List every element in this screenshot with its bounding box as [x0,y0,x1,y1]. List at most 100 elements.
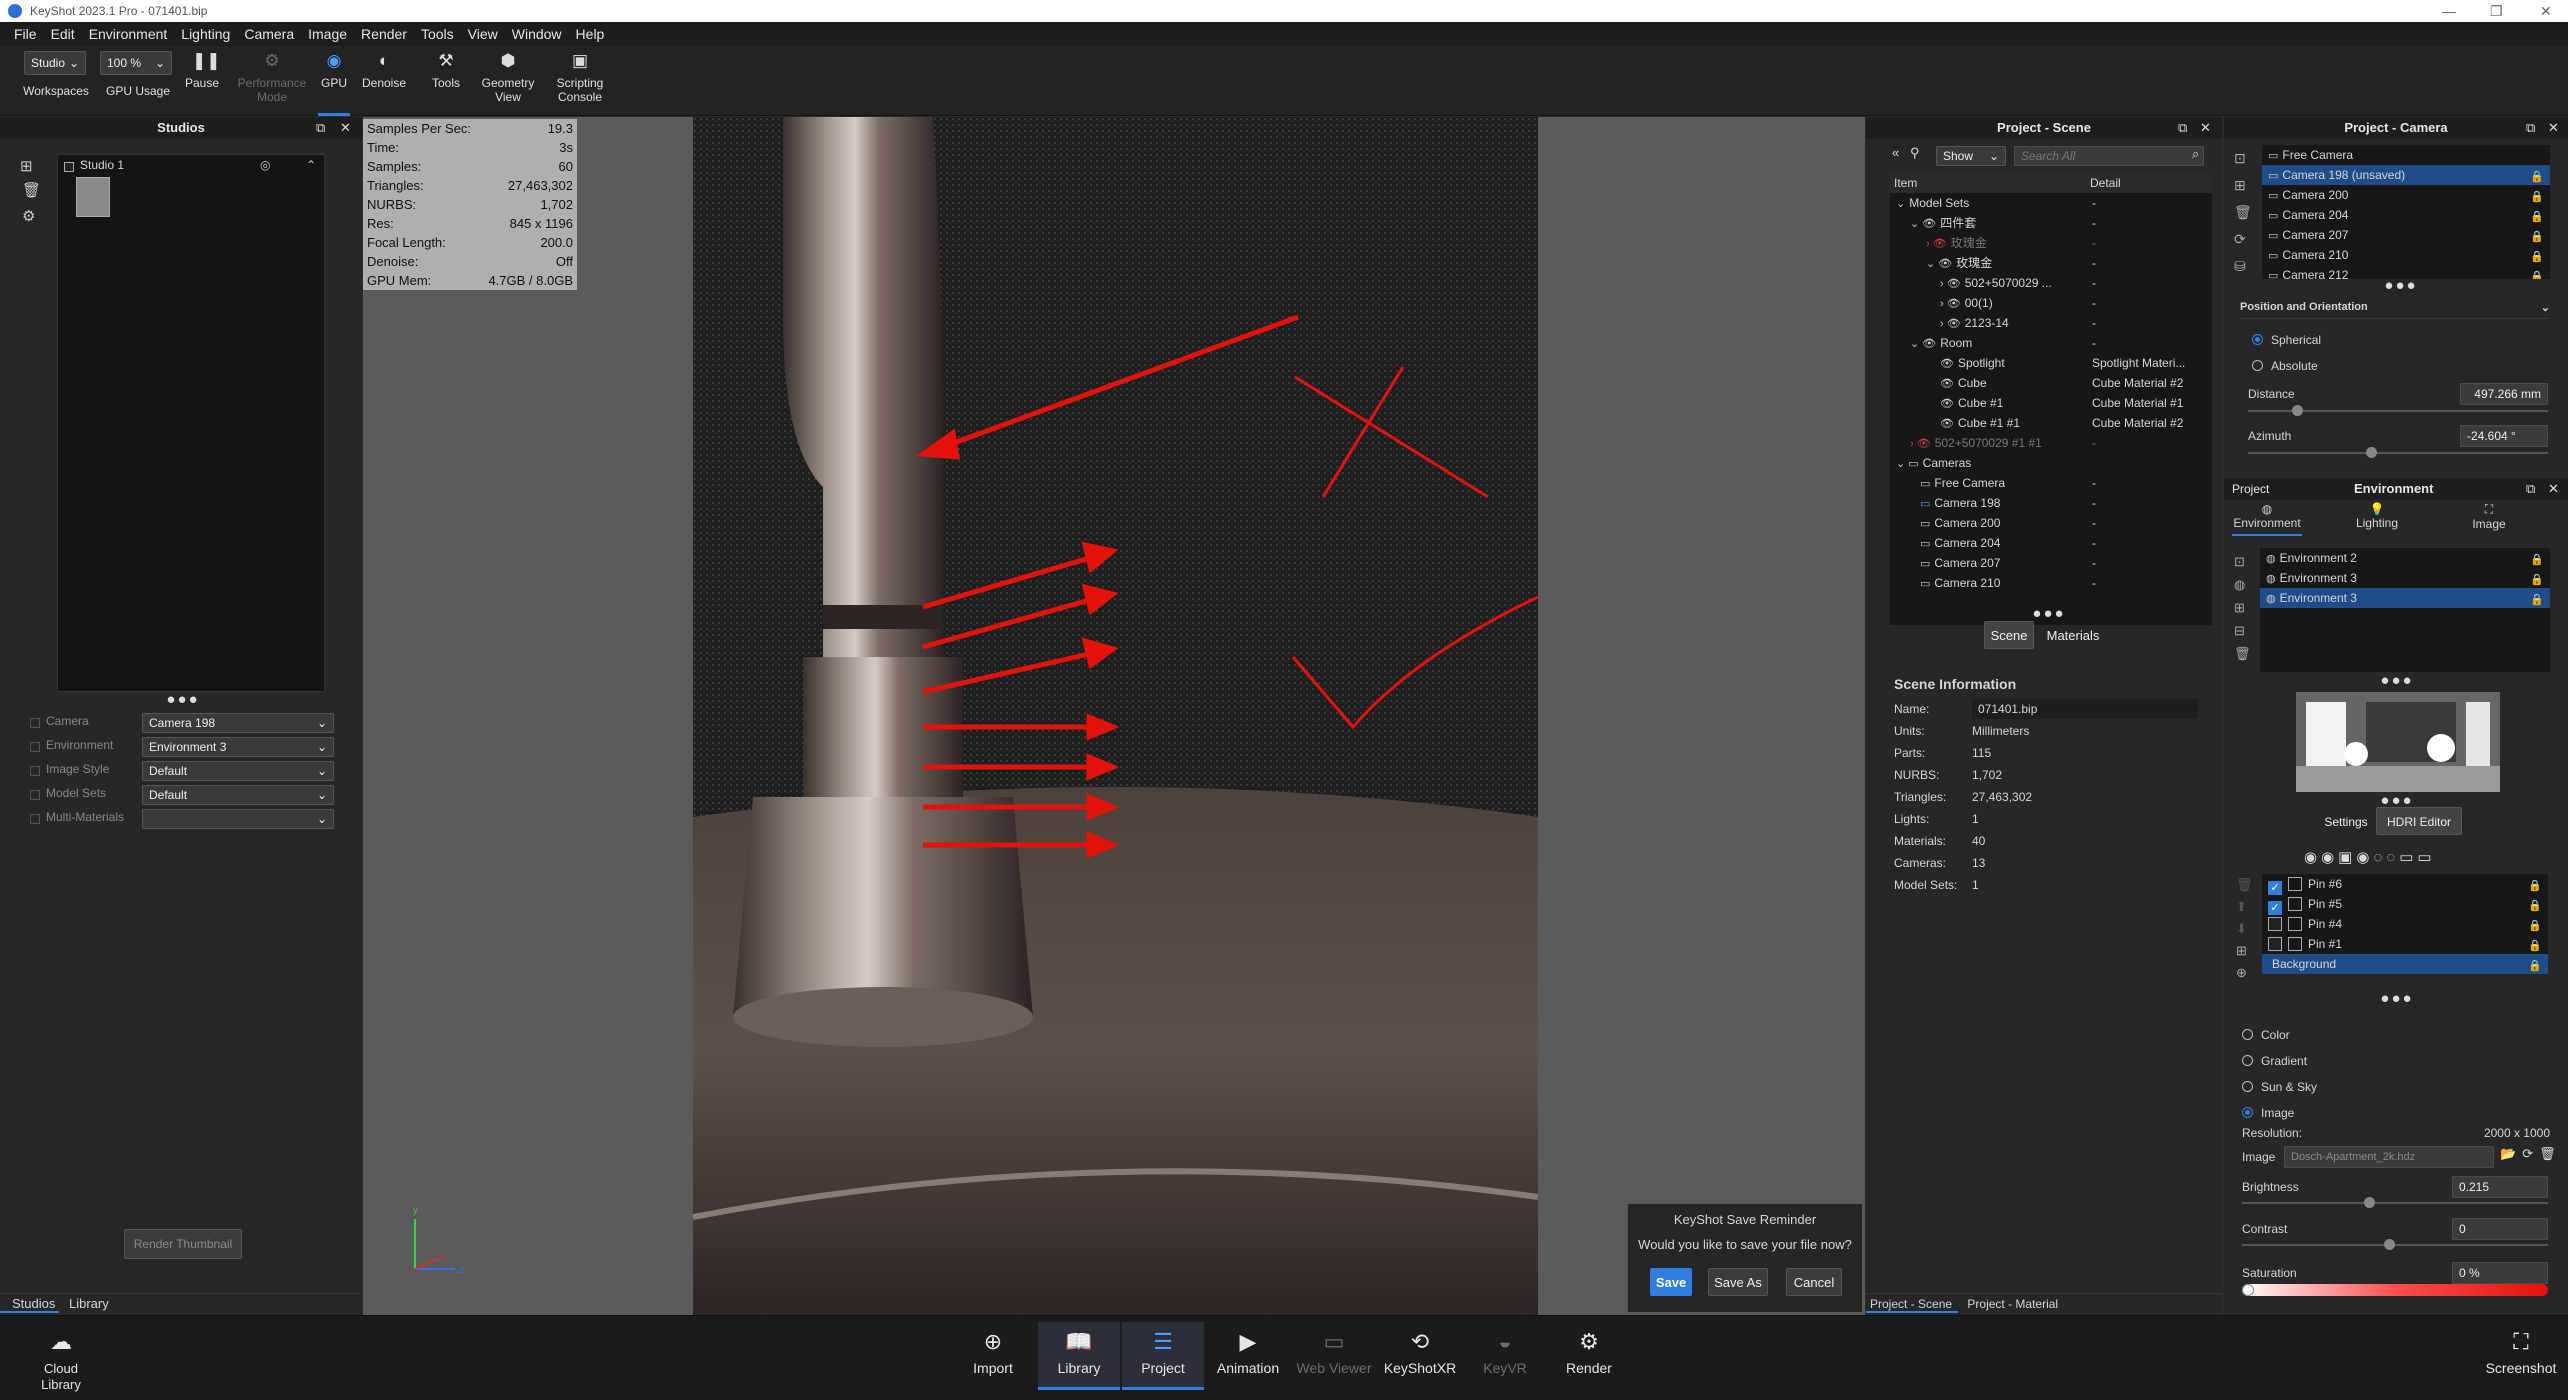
float-panel-icon[interactable]: ⧉ [2526,117,2535,139]
camera-list-item[interactable]: ▭ Camera 210 🔒 [2262,245,2550,265]
lock-icon[interactable]: 🔒 [2528,876,2542,896]
background-item[interactable]: Background 🔒 [2262,954,2548,974]
gpu-button[interactable]: ◉ GPU [318,52,350,116]
open-folder-icon[interactable]: 📂 [2500,1146,2522,1161]
lock-icon[interactable]: 🔒 [2530,187,2544,207]
close-icon[interactable]: ✕ [2540,0,2552,22]
environment-list-item[interactable]: ◍ Environment 2 🔒 [2260,548,2550,568]
render-viewport[interactable]: Samples Per Sec: 19.3 Time: 3s Samples: 60 … [363,117,1865,1315]
duplicate-camera-icon[interactable]: ⊞ [2234,172,2252,199]
distance-input[interactable]: 497.266 mm [2460,383,2548,405]
eye-icon[interactable]: 👁 [1940,394,1954,414]
camera-list-item[interactable]: ▭ Camera 207 🔒 [2262,225,2550,245]
tree-item[interactable]: 👁 Cube Cube Material #2 [1890,373,2212,393]
camera-list-item[interactable]: ▭ Free Camera [2262,145,2550,165]
lock-icon[interactable]: 🔒 [2530,207,2544,227]
library-button[interactable]: 📖 Library [1038,1322,1120,1390]
eye-icon[interactable]: ⌄ 👁 [1910,214,1936,234]
resize-handle-icon[interactable]: ●●● [2026,605,2072,622]
lock-icon[interactable]: 🔒 [2530,570,2544,590]
delete-studio-icon[interactable]: 🗑 [22,181,41,199]
eye-icon[interactable]: ⌄ 👁 [1910,334,1936,354]
eye-icon[interactable]: › 👁 [1940,274,1961,294]
lock-icon[interactable]: 🔒 [2530,267,2544,279]
web-viewer-button[interactable]: ▭ Web Viewer [1294,1322,1374,1390]
eye-hidden-icon[interactable]: › 👁 [1926,234,1947,254]
eye-icon[interactable]: ⌄ 👁 [1926,254,1952,274]
camera-select[interactable]: Camera 198 ⌄ [142,713,334,733]
tree-item[interactable]: ▭ Camera 200 - [1890,513,2212,533]
expand-icon[interactable]: ⌄ [1896,194,1905,214]
menu-window[interactable]: Window [512,26,562,42]
eye-hidden-icon[interactable]: › 👁 [1910,434,1931,454]
scene-tree-icon[interactable]: ⚲ [1910,145,1920,161]
lock-icon[interactable]: 🔒 [2528,896,2542,916]
cancel-button[interactable]: Cancel [1786,1268,1842,1296]
gpu-usage-select[interactable]: 100 % ⌄ [100,51,172,75]
delete-camera-icon[interactable]: 🗑 [2234,199,2252,226]
settings-subtab[interactable]: Settings [2318,807,2374,835]
hdri-editor-subtab[interactable]: HDRI Editor [2376,807,2462,835]
azimuth-slider[interactable] [2248,452,2548,454]
pin-checkbox[interactable] [2268,917,2282,931]
tree-item[interactable]: › 👁 00(1) - [1890,293,2212,313]
distance-slider-handle[interactable] [2292,405,2303,416]
studio-target-icon[interactable]: ◎ [260,155,270,175]
lock-icon[interactable]: 🔒 [2528,956,2542,976]
tree-item[interactable]: 👁 Spotlight Spotlight Materi... [1890,353,2212,373]
image-file-input[interactable]: Dosch-Apartment_2k.hdz [2284,1146,2494,1168]
workspace-select[interactable]: Studio ⌄ [24,51,86,75]
environment-field-checkbox[interactable] [30,742,40,752]
contrast-slider-handle[interactable] [2384,1239,2395,1250]
tools-button[interactable]: ⚒ Tools [424,52,468,91]
menu-tools[interactable]: Tools [421,26,454,42]
resize-handle-icon[interactable]: ●●● [2374,672,2420,689]
load-environment-icon[interactable]: ⊞ [2234,596,2251,619]
environment-list-item[interactable]: ◍ Environment 3 🔒 [2260,568,2550,588]
hdri-tool-icons[interactable]: ◉◉▣◉◌◌▭▭ [2304,848,2436,866]
studio-settings-icon[interactable]: ⚙ [22,207,35,225]
image-style-select[interactable]: Default ⌄ [142,761,334,781]
save-button[interactable]: Save [1650,1268,1692,1296]
refresh-icon[interactable]: ⟳ [2522,1146,2539,1161]
folder-icon[interactable]: ⊞ [2236,940,2253,962]
save-camera-icon[interactable]: ⛁ [2234,253,2252,280]
float-panel-icon[interactable]: ⧉ [2526,478,2535,500]
saturation-slider[interactable] [2242,1284,2548,1296]
tree-item[interactable]: ⌄ 👁 玫瑰金 - [1890,253,2212,273]
add-camera-icon[interactable]: ⊡ [2234,145,2252,172]
pin-item[interactable]: ✓ Pin #5 🔒 [2262,894,2548,916]
screenshot-button[interactable]: ⛶ Screenshot [2484,1322,2558,1390]
tree-item[interactable]: ▭ Camera 204 - [1890,533,2212,553]
environment-settings-icon[interactable]: ⊟ [2234,619,2251,642]
tree-item[interactable]: › 👁 502+5070029 ... - [1890,273,2212,293]
eye-icon[interactable]: › 👁 [1940,314,1961,334]
move-down-icon[interactable]: ⬇ [2236,918,2253,940]
sun-sky-radio[interactable]: Sun & Sky [2242,1074,2317,1100]
render-thumbnail-button[interactable]: Render Thumbnail [124,1229,242,1259]
tab-environment[interactable]: ◍ Environment [2232,502,2302,536]
performance-mode-button[interactable]: ⚙ Performance Mode [230,52,314,105]
minimize-icon[interactable]: — [2442,0,2456,22]
menu-lighting[interactable]: Lighting [181,26,230,42]
lock-icon[interactable]: 🔒 [2530,247,2544,267]
pin-checkbox[interactable] [2268,937,2282,951]
gradient-radio[interactable]: Gradient [2242,1048,2317,1074]
close-panel-icon[interactable]: ✕ [2200,117,2211,139]
menu-image[interactable]: Image [308,26,347,42]
collapse-all-icon[interactable]: « [1892,145,1899,160]
azimuth-slider-handle[interactable] [2366,447,2377,458]
geometry-view-button[interactable]: ⬢ Geometry View [472,52,544,105]
scripting-console-button[interactable]: ▣ Scripting Console [548,52,612,105]
tree-item[interactable]: › 👁 2123-14 - [1890,313,2212,333]
import-button[interactable]: ⊕ Import [966,1322,1020,1390]
position-orientation-section[interactable]: Position and Orientation ⌄ [2240,301,2550,319]
model-sets-checkbox[interactable] [30,790,40,800]
multi-materials-select[interactable]: ⌄ [142,809,334,829]
project-tab-label[interactable]: Project [2232,482,2269,496]
azimuth-input[interactable]: -24.604 ° [2460,425,2548,447]
menu-edit[interactable]: Edit [51,26,75,42]
eye-icon[interactable]: 👁 [1940,354,1954,374]
search-icon[interactable]: ⌕ [2192,146,2199,162]
camera-list-item[interactable]: ▭ Camera 200 🔒 [2262,185,2550,205]
